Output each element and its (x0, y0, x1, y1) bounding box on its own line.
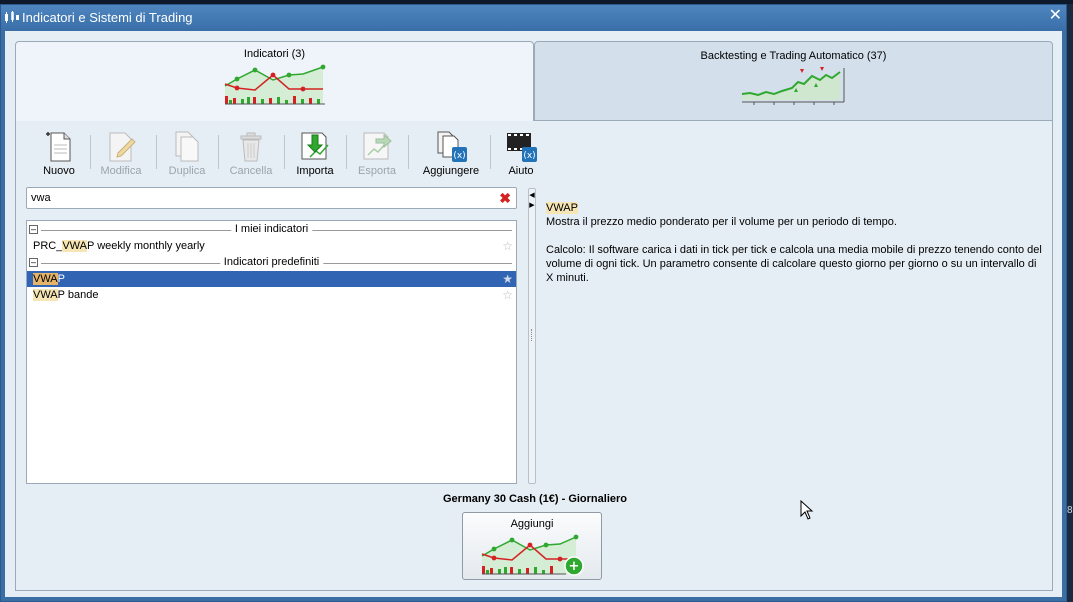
list-item[interactable]: VWAP ★ (27, 271, 516, 287)
toolbar-separator (490, 135, 491, 169)
aggiungi-button[interactable]: Aggiungi + (462, 512, 602, 580)
group-title: I miei indicatori (230, 223, 313, 235)
edge-fragment: 8 (1067, 505, 1073, 516)
clear-search-icon[interactable]: ✖ (499, 190, 511, 206)
collapse-left-icon[interactable]: ◀ (529, 192, 535, 200)
item-name-match: VWA (62, 240, 87, 252)
mouse-cursor-icon (800, 500, 814, 520)
export-icon (363, 132, 392, 160)
backtest-chart-icon (741, 67, 844, 105)
group-header-my-indicators[interactable]: – I miei indicatori (27, 223, 516, 238)
cancella-button[interactable]: Cancella (222, 129, 280, 181)
favorite-star-icon[interactable]: ☆ (502, 238, 513, 254)
collapse-toggle-icon[interactable]: – (29, 225, 38, 234)
toolbar-separator (218, 135, 219, 169)
modifica-label: Modifica (100, 165, 142, 177)
list-item[interactable]: VWAP bande ☆ (27, 287, 516, 303)
tab-indicatori-label: Indicatori (3) (243, 48, 306, 60)
title-bar[interactable]: Indicatori e Sistemi di Trading ✕ (1, 5, 1066, 29)
esporta-button[interactable]: Esporta (348, 129, 406, 181)
toolbar-separator (408, 135, 409, 169)
item-name-suffix: P (57, 273, 65, 285)
add-to-chart-icon: (x) (437, 131, 467, 162)
aggiungi-label: Aggiungi (510, 518, 554, 530)
duplicate-icon (175, 131, 199, 162)
trash-icon (240, 132, 262, 162)
esporta-label: Esporta (358, 165, 396, 177)
description-detail: Calcolo: Il software carica i dati in ti… (546, 244, 1042, 284)
description-summary: Mostra il prezzo medio ponderato per il … (546, 216, 897, 228)
app-candles-icon (5, 11, 19, 23)
indicator-list[interactable]: – I miei indicatori PRC_VWAP weekly mont… (26, 220, 517, 484)
search-input[interactable] (31, 190, 491, 206)
favorite-star-icon[interactable]: ☆ (502, 287, 513, 303)
indicator-description: VWAP Mostra il prezzo medio ponderato pe… (546, 201, 1046, 299)
tab-indicatori[interactable]: Indicatori (3) (15, 41, 534, 123)
toolbar-separator (284, 135, 285, 169)
favorite-star-icon[interactable]: ★ (502, 271, 513, 287)
toolbar-separator (90, 135, 91, 169)
nuovo-label: Nuovo (43, 165, 75, 177)
collapse-toggle-icon[interactable]: – (29, 258, 38, 267)
item-name-match: VWA (33, 273, 58, 285)
importa-button[interactable]: Importa (286, 129, 344, 181)
indicator-chart-icon (224, 64, 325, 105)
indicators-panel: Nuovo Modifica Duplica Cancella Importa … (15, 121, 1053, 591)
toolbar-separator (346, 135, 347, 169)
tab-backtesting[interactable]: Backtesting e Trading Automatico (37) (534, 41, 1053, 121)
new-document-icon (46, 132, 71, 162)
item-name-match: VWA (33, 289, 58, 301)
import-icon (301, 132, 329, 160)
add-indicator-chart-icon: + (481, 534, 584, 576)
aggiungere-button[interactable]: (x) Aggiungere (418, 129, 484, 181)
pane-splitter[interactable]: ◀ ▶ (528, 188, 536, 484)
edit-document-icon (109, 132, 136, 162)
group-header-predefined[interactable]: – Indicatori predefiniti (27, 256, 516, 271)
svg-text:(x): (x) (523, 151, 535, 161)
item-name-suffix: P bande (57, 289, 99, 301)
item-name-prefix: PRC_ (33, 240, 63, 252)
description-title: VWAP (546, 202, 578, 214)
cancella-label: Cancella (229, 165, 273, 177)
svg-text:(x): (x) (453, 151, 465, 161)
search-box: ✖ (26, 187, 517, 209)
duplica-label: Duplica (168, 165, 206, 177)
aiuto-button[interactable]: (x) Aiuto (492, 129, 550, 181)
instrument-label: Germany 30 Cash (1€) - Giornaliero (442, 493, 627, 505)
svg-text:+: + (569, 559, 580, 574)
expand-right-icon[interactable]: ▶ (529, 202, 535, 210)
video-help-icon: (x) (507, 133, 537, 162)
tab-backtesting-label: Backtesting e Trading Automatico (37) (700, 50, 887, 62)
aggiungere-label: Aggiungere (422, 165, 480, 177)
window-title: Indicatori e Sistemi di Trading (22, 10, 193, 25)
nuovo-button[interactable]: Nuovo (30, 129, 88, 181)
aiuto-label: Aiuto (508, 165, 534, 177)
duplica-button[interactable]: Duplica (158, 129, 216, 181)
toolbar-separator (156, 135, 157, 169)
indicators-dialog: Indicatori e Sistemi di Trading ✕ Indica… (0, 4, 1067, 602)
dialog-client: Indicatori (3) Backtesting e Trading Aut… (5, 31, 1062, 597)
importa-label: Importa (296, 165, 334, 177)
splitter-grip-icon[interactable] (531, 329, 533, 341)
modifica-button[interactable]: Modifica (92, 129, 150, 181)
close-icon[interactable]: ✕ (1049, 7, 1062, 25)
list-item[interactable]: PRC_VWAP weekly monthly yearly ☆ (27, 238, 516, 254)
item-name-suffix: P weekly monthly yearly (87, 240, 205, 252)
group-title: Indicatori predefiniti (219, 256, 324, 268)
